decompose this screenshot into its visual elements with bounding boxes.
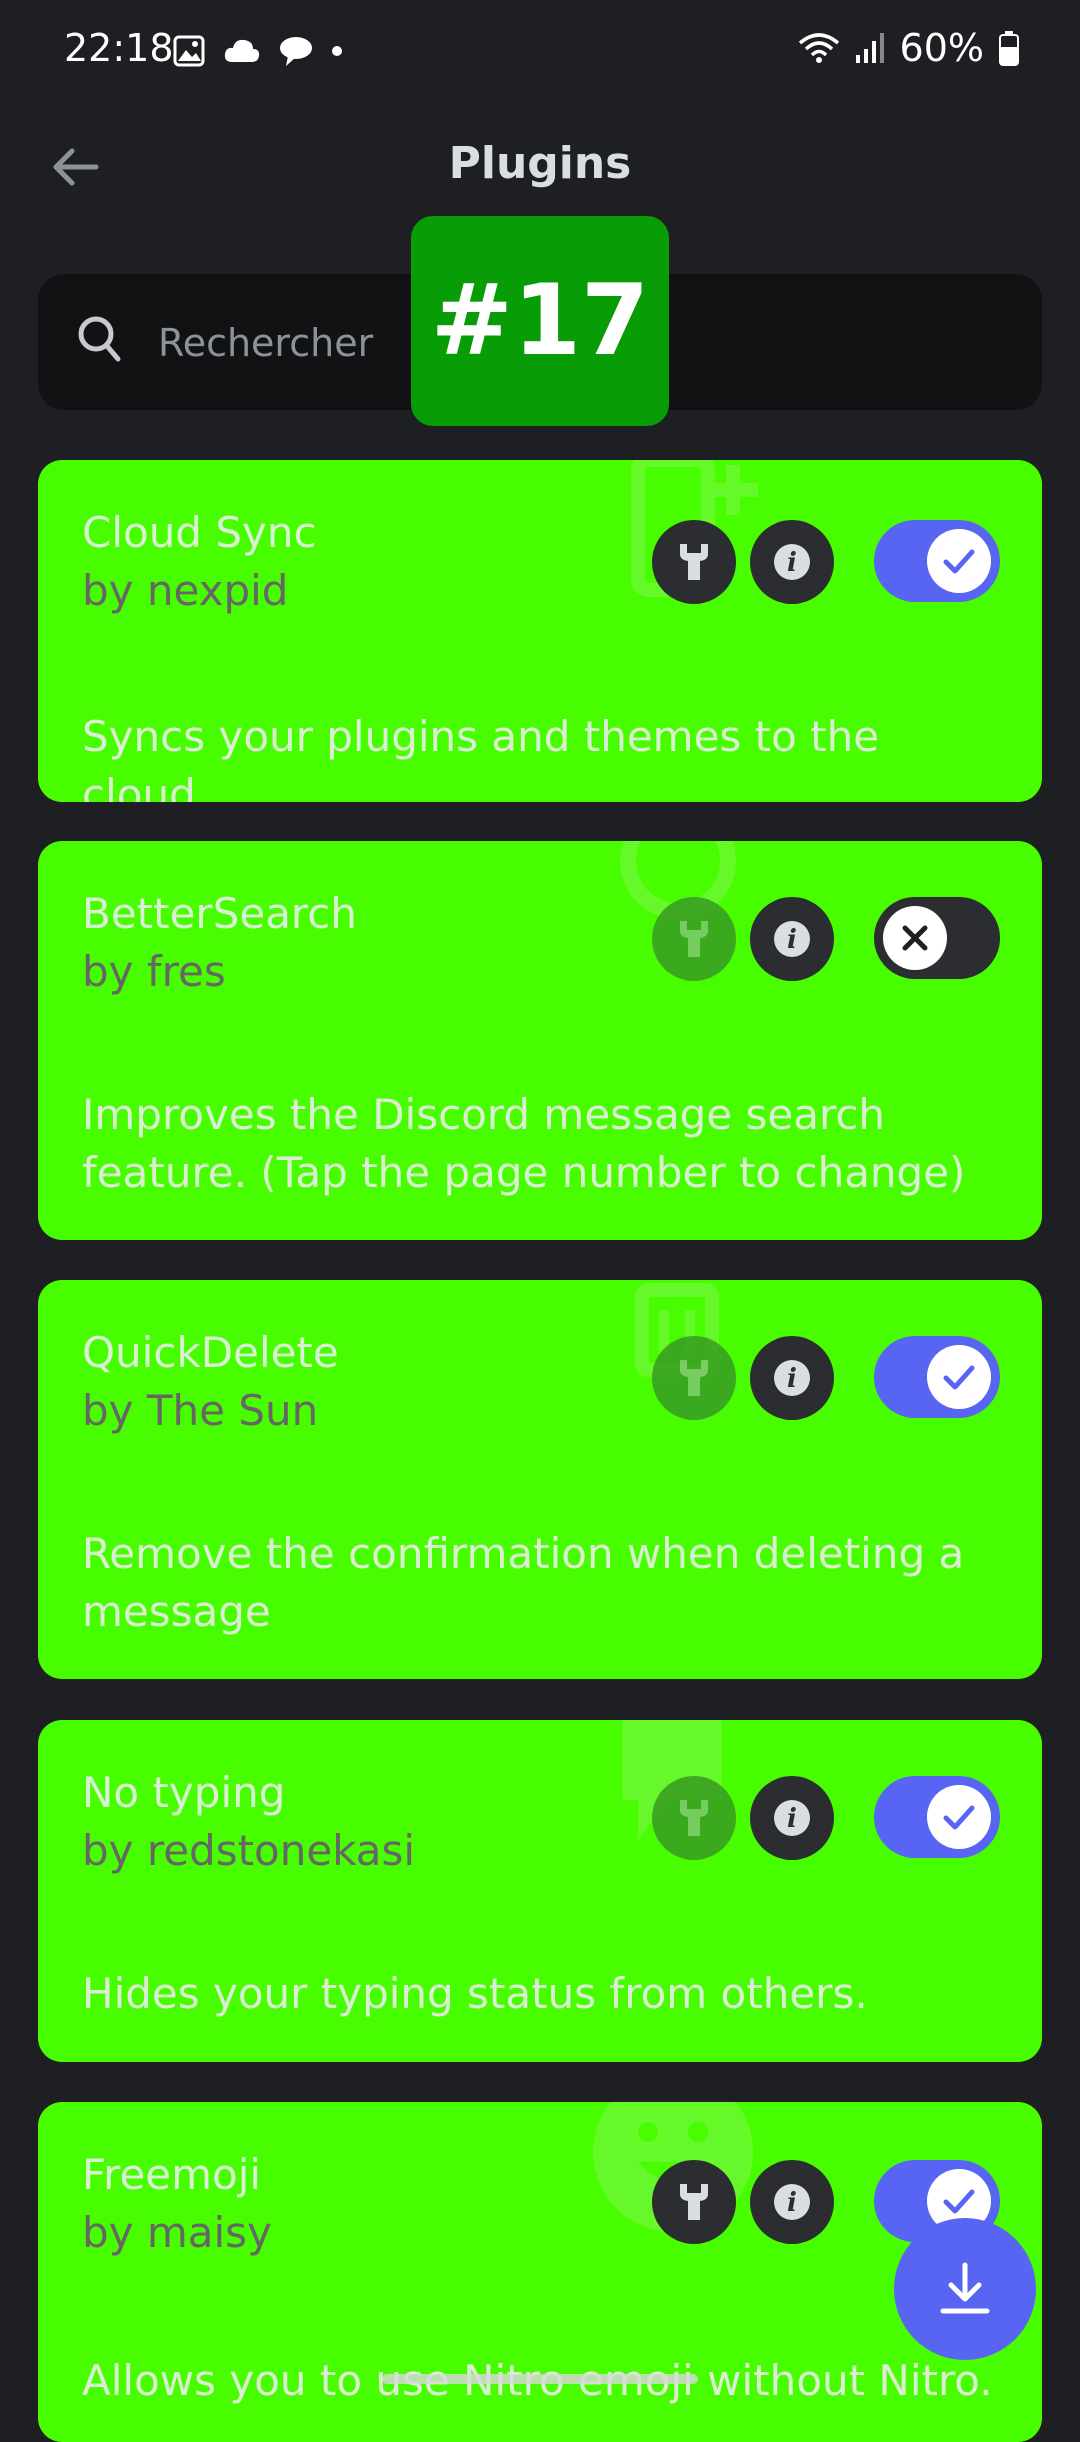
- chat-icon: [280, 37, 312, 66]
- check-icon: [943, 2189, 975, 2214]
- cloud-icon: [224, 39, 260, 62]
- search-icon: [78, 316, 121, 362]
- check-icon: [943, 549, 975, 574]
- plugin-settings-button[interactable]: [652, 520, 736, 604]
- dot-icon: [332, 46, 342, 56]
- page-title: Plugins: [448, 138, 632, 189]
- plugin-card-no-typing: No typing by redstonekasi i Hides your t…: [38, 1720, 1042, 2062]
- info-icon: i: [774, 544, 810, 580]
- svg-text:i: i: [787, 548, 797, 578]
- svg-text:i: i: [787, 925, 797, 955]
- plugin-author: by The Sun: [82, 1386, 319, 1435]
- plugin-description: Improves the Discord message search feat…: [82, 1090, 966, 1197]
- plugin-settings-button[interactable]: [652, 2160, 736, 2244]
- plugin-description: Hides your typing status from others.: [82, 1969, 868, 2018]
- plugin-author: by nexpid: [82, 566, 289, 615]
- plugin-name: QuickDelete: [82, 1328, 339, 1377]
- plugin-description: Syncs your plugins and themes to the clo…: [82, 712, 880, 802]
- wrench-icon: [680, 2184, 708, 2220]
- toggle-knob: [927, 529, 991, 593]
- overlay-badge: #17: [411, 216, 669, 426]
- home-indicator[interactable]: [382, 2374, 698, 2384]
- install-plugin-button[interactable]: [894, 2218, 1036, 2360]
- plugin-enable-toggle[interactable]: [874, 1776, 1000, 1858]
- battery-percentage: 60%: [899, 26, 984, 70]
- plugin-info-button[interactable]: i: [750, 520, 834, 604]
- plugin-name: Freemoji: [82, 2150, 262, 2199]
- plugin-author: by maisy: [82, 2208, 272, 2257]
- plugin-name: Cloud Sync: [82, 508, 317, 557]
- wifi-icon: [798, 33, 839, 63]
- gallery-icon: [173, 35, 205, 67]
- plugin-settings-button[interactable]: [652, 1776, 736, 1860]
- plugin-name: No typing: [82, 1768, 286, 1817]
- toggle-knob: [927, 1785, 991, 1849]
- plugin-info-button[interactable]: i: [750, 2160, 834, 2244]
- plugin-enable-toggle[interactable]: [874, 520, 1000, 602]
- status-time: 22:18: [64, 26, 174, 70]
- plugin-card-quickdelete: QuickDelete by The Sun i Remove the conf…: [38, 1280, 1042, 1679]
- status-bar: 22:18 60%: [0, 0, 1080, 104]
- plugin-author: by fres: [82, 947, 226, 996]
- wrench-icon: [680, 1360, 708, 1396]
- plugin-card-bettersearch: BetterSearch by fres i Improves the Disc…: [38, 841, 1042, 1240]
- plugin-enable-toggle[interactable]: [874, 897, 1000, 979]
- plugin-name: BetterSearch: [82, 889, 357, 938]
- battery-icon: [999, 31, 1019, 66]
- signal-icon: [855, 33, 884, 63]
- plugin-description: Remove the confirmation when deleting a …: [82, 1529, 965, 1636]
- notification-icons: [172, 34, 344, 68]
- plugin-info-button[interactable]: i: [750, 1776, 834, 1860]
- plugin-info-button[interactable]: i: [750, 1336, 834, 1420]
- plugin-card-freemoji: Freemoji by maisy i Allows you to use Ni…: [38, 2102, 1042, 2442]
- plugin-card-cloud-sync: Cloud Sync by nexpid i Syncs your plugin…: [38, 460, 1042, 802]
- plugin-settings-button[interactable]: [652, 897, 736, 981]
- download-icon: [940, 2262, 990, 2314]
- svg-text:i: i: [787, 1364, 797, 1394]
- plugin-settings-button[interactable]: [652, 1336, 736, 1420]
- wrench-icon: [680, 544, 708, 580]
- plugin-author: by redstonekasi: [82, 1826, 416, 1875]
- plugin-info-button[interactable]: i: [750, 897, 834, 981]
- close-icon: [902, 925, 928, 951]
- plugin-enable-toggle[interactable]: [874, 1336, 1000, 1418]
- info-icon: i: [774, 1800, 810, 1836]
- svg-text:i: i: [787, 2188, 797, 2218]
- info-icon: i: [774, 1360, 810, 1396]
- wrench-icon: [680, 1800, 708, 1836]
- check-icon: [943, 1365, 975, 1390]
- app-header: Plugins: [0, 120, 1080, 212]
- toggle-knob: [927, 1345, 991, 1409]
- check-icon: [943, 1805, 975, 1830]
- svg-text:i: i: [787, 1804, 797, 1834]
- info-icon: i: [774, 2184, 810, 2220]
- system-status: 60%: [798, 26, 1020, 70]
- wrench-icon: [680, 921, 708, 957]
- toggle-knob: [883, 906, 947, 970]
- info-icon: i: [774, 921, 810, 957]
